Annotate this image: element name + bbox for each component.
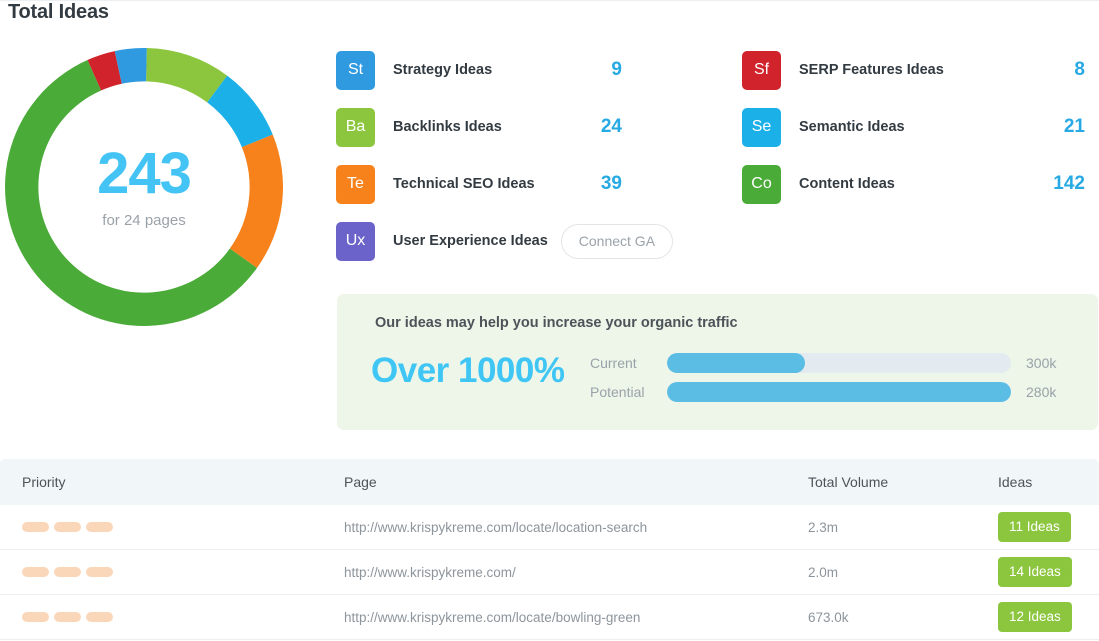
top-divider	[0, 0, 1099, 1]
traffic-bar-track	[667, 382, 1011, 402]
semantic-ideas-icon: Se	[742, 107, 781, 147]
page-url[interactable]: http://www.krispykreme.com/	[344, 565, 808, 580]
priority-cell	[0, 522, 344, 532]
page-title: Total Ideas	[8, 1, 109, 23]
traffic-bar-current: Current 300k	[590, 352, 1060, 374]
technical-seo-ideas-icon: Te	[336, 164, 375, 204]
priority-indicator	[22, 567, 344, 577]
legend-item-serp-features-ideas[interactable]: Sf SERP Features Ideas 8	[742, 50, 1092, 90]
priority-segment	[22, 567, 49, 577]
priority-segment	[54, 522, 81, 532]
legend-column-left: St Strategy Ideas 9 Ba Backlinks Ideas 2…	[336, 50, 686, 278]
column-header-ideas[interactable]: Ideas	[998, 474, 1099, 490]
legend-item-technical-seo-ideas[interactable]: Te Technical SEO Ideas 39	[336, 164, 686, 204]
donut-subtitle: for 24 pages	[102, 212, 186, 229]
legend-item-label: SERP Features Ideas	[799, 62, 944, 78]
ideas-badge[interactable]: 12 Ideas	[998, 602, 1072, 632]
legend-item-content-ideas[interactable]: Co Content Ideas 142	[742, 164, 1092, 204]
table-row[interactable]: http://www.krispykreme.com/locate/bowlin…	[0, 595, 1099, 640]
legend-item-semantic-ideas[interactable]: Se Semantic Ideas 21	[742, 107, 1092, 147]
priority-segment	[22, 522, 49, 532]
ideas-badge[interactable]: 11 Ideas	[998, 512, 1071, 542]
traffic-headline: Our ideas may help you increase your org…	[375, 315, 738, 331]
total-volume-value: 2.3m	[808, 519, 839, 535]
user-experience-ideas-icon: Ux	[336, 221, 375, 261]
traffic-bar-value: 300k	[1026, 355, 1057, 371]
total-ideas-widget: Total Ideas 243 for 24 pages St Strategy…	[0, 0, 1099, 641]
traffic-bars: Current 300k Potential 280k	[590, 352, 1060, 410]
ideas-cell: 14 Ideas	[998, 557, 1099, 587]
legend-item-value: 9	[611, 59, 622, 80]
table-row[interactable]: http://www.krispykreme.com/ 2.0m 14 Idea…	[0, 550, 1099, 595]
priority-segment	[86, 522, 113, 532]
content-ideas-icon: Co	[742, 164, 781, 204]
total-volume-value: 2.0m	[808, 564, 839, 580]
legend-item-label: Backlinks Ideas	[393, 119, 502, 135]
priority-segment	[86, 567, 113, 577]
backlinks-ideas-icon: Ba	[336, 107, 375, 147]
traffic-bar-fill	[667, 353, 805, 373]
legend-item-label: Strategy Ideas	[393, 62, 493, 78]
priority-indicator	[22, 522, 344, 532]
column-header-priority[interactable]: Priority	[0, 474, 344, 490]
legend-item-label: User Experience Ideas	[393, 233, 548, 249]
donut-center-label: 243 for 24 pages	[5, 48, 283, 326]
traffic-bar-potential: Potential 280k	[590, 381, 1060, 403]
legend-item-label: Semantic Ideas	[799, 119, 905, 135]
legend-item-backlinks-ideas[interactable]: Ba Backlinks Ideas 24	[336, 107, 686, 147]
ideas-cell: 12 Ideas	[998, 602, 1099, 632]
ideas-donut-chart: 243 for 24 pages	[5, 48, 283, 326]
legend-item-user-experience-ideas[interactable]: Ux User Experience Ideas Connect GA	[336, 221, 686, 261]
legend-item-value: 21	[1063, 116, 1085, 137]
traffic-bar-fill	[667, 382, 1011, 402]
pages-table: Priority Page Total Volume Ideas http://…	[0, 459, 1099, 640]
priority-cell	[0, 612, 344, 622]
priority-segment	[22, 612, 49, 622]
priority-indicator	[22, 612, 344, 622]
table-header-row: Priority Page Total Volume Ideas	[0, 459, 1099, 505]
total-volume-value: 673.0k	[808, 609, 849, 625]
page-url[interactable]: http://www.krispykreme.com/locate/locati…	[344, 520, 808, 535]
legend-item-strategy-ideas[interactable]: St Strategy Ideas 9	[336, 50, 686, 90]
legend-item-value: 142	[1053, 173, 1085, 194]
legend-item-label: Content Ideas	[799, 176, 895, 192]
traffic-bar-label: Potential	[590, 384, 645, 400]
donut-total-value: 243	[97, 141, 192, 206]
strategy-ideas-icon: St	[336, 50, 375, 90]
priority-cell	[0, 567, 344, 577]
priority-segment	[54, 612, 81, 622]
traffic-bar-track	[667, 353, 1011, 373]
legend-item-value: 24	[600, 116, 622, 137]
legend-item-label: Technical SEO Ideas	[393, 176, 535, 192]
traffic-bar-label: Current	[590, 355, 637, 371]
traffic-percent-increase: Over 1000%	[371, 351, 565, 390]
serp-features-ideas-icon: Sf	[742, 50, 781, 90]
column-header-total-volume[interactable]: Total Volume	[808, 474, 998, 490]
ideas-badge[interactable]: 14 Ideas	[998, 557, 1072, 587]
table-row[interactable]: http://www.krispykreme.com/locate/locati…	[0, 505, 1099, 550]
connect-ga-button[interactable]: Connect GA	[560, 223, 674, 259]
ideas-cell: 11 Ideas	[998, 512, 1099, 542]
column-header-page[interactable]: Page	[344, 474, 808, 490]
page-url[interactable]: http://www.krispykreme.com/locate/bowlin…	[344, 610, 808, 625]
priority-segment	[86, 612, 113, 622]
traffic-bar-value: 280k	[1026, 384, 1057, 400]
organic-traffic-panel: Our ideas may help you increase your org…	[337, 294, 1098, 430]
legend-item-value: 8	[1074, 59, 1085, 80]
priority-segment	[54, 567, 81, 577]
legend-column-right: Sf SERP Features Ideas 8 Se Semantic Ide…	[742, 50, 1092, 221]
legend-item-value: 39	[600, 173, 622, 194]
